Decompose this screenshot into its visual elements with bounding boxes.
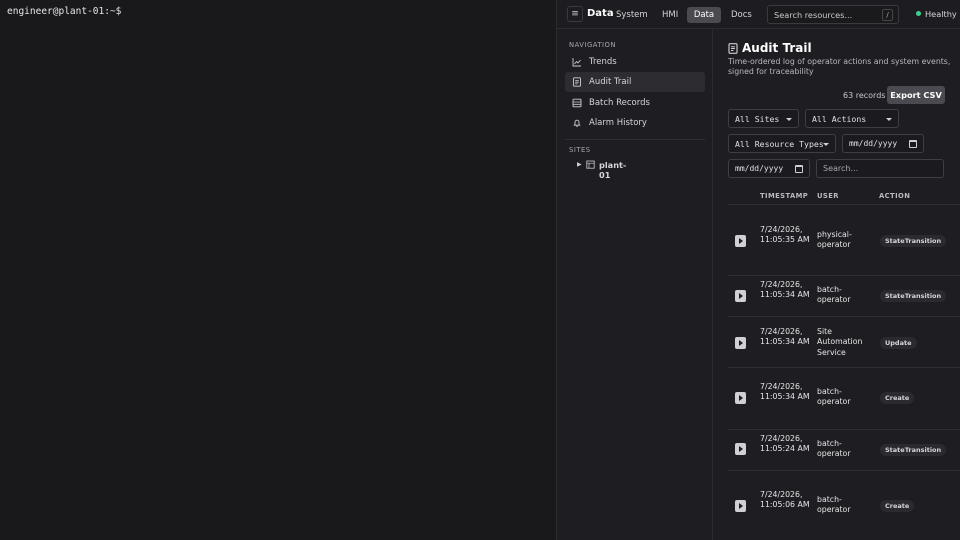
app-window: ≡ Data System HMI Data Docs Search resou… <box>557 0 960 540</box>
sites-filter-select[interactable]: All Sites <box>728 109 799 128</box>
audit-search-placeholder: Search... <box>823 164 859 173</box>
date-to-input[interactable]: mm/dd/yyyy <box>728 159 810 178</box>
hamburger-icon[interactable]: ≡ <box>567 6 583 22</box>
play-icon[interactable] <box>735 500 746 512</box>
row-user: physical-operator <box>817 230 852 250</box>
chevron-down-icon <box>823 143 829 146</box>
action-badge: Create <box>880 392 915 404</box>
column-header-user[interactable]: USER <box>817 192 839 200</box>
building-icon <box>586 160 595 169</box>
bell-icon <box>573 119 581 127</box>
select-value: All Resource Types <box>735 139 824 149</box>
play-icon[interactable] <box>735 337 746 349</box>
date-placeholder: mm/dd/yyyy <box>735 164 784 173</box>
record-count: 63 records <box>843 91 886 100</box>
page-title: Audit Trail <box>742 41 812 55</box>
status-dot-icon <box>916 11 921 16</box>
tab-system[interactable]: System <box>610 7 654 23</box>
row-timestamp: 7/24/2026, 11:05:34 AM <box>760 280 810 300</box>
table-row[interactable]: 7/24/2026, 11:05:34 AM Site Automation S… <box>728 317 960 368</box>
sidebar-divider <box>565 139 705 140</box>
sidebar-item-audit-trail[interactable]: Audit Trail <box>565 72 705 92</box>
date-placeholder: mm/dd/yyyy <box>849 139 898 148</box>
action-badge: StateTransition <box>880 444 947 456</box>
row-timestamp: 7/24/2026, 11:05:35 AM <box>760 225 810 245</box>
terminal-prompt: engineer@plant-01:~$ <box>7 6 122 17</box>
sidebar-item-label: Audit Trail <box>589 77 632 87</box>
row-timestamp: 7/24/2026, 11:05:34 AM <box>760 327 810 347</box>
terminal-pane[interactable]: engineer@plant-01:~$ <box>0 0 557 540</box>
table-row[interactable]: 7/24/2026, 11:05:06 AM batch-operator Cr… <box>728 471 960 540</box>
tab-docs[interactable]: Docs <box>725 7 758 23</box>
row-timestamp: 7/24/2026, 11:05:34 AM <box>760 382 810 402</box>
date-from-input[interactable]: mm/dd/yyyy <box>842 134 924 153</box>
table-row[interactable]: 7/24/2026, 11:05:34 AM batch-operator St… <box>728 276 960 317</box>
sidebar-item-label: Alarm History <box>589 118 647 128</box>
table-row[interactable]: 7/24/2026, 11:05:35 AM physical-operator… <box>728 205 960 276</box>
chart-line-icon <box>572 58 581 67</box>
main-content: Audit Trail Time-ordered log of operator… <box>713 29 960 540</box>
sidebar-item-label: Batch Records <box>589 98 650 108</box>
sidebar-item-trends[interactable]: Trends <box>565 52 705 72</box>
sidebar-item-alarm-history[interactable]: Alarm History <box>565 113 705 133</box>
expand-triangle-icon[interactable]: ▶ <box>577 161 582 168</box>
table-row[interactable]: 7/24/2026, 11:05:24 AM batch-operator St… <box>728 430 960 471</box>
tab-data[interactable]: Data <box>687 7 721 23</box>
play-icon[interactable] <box>735 290 746 302</box>
sidebar-item-label: Trends <box>589 57 617 67</box>
select-value: All Sites <box>735 114 780 124</box>
audit-search-input[interactable]: Search... <box>816 159 944 178</box>
tab-hmi[interactable]: HMI <box>656 7 684 23</box>
row-user: batch-operator <box>817 495 851 515</box>
play-icon[interactable] <box>735 392 746 404</box>
nav-section-label: NAVIGATION <box>569 41 616 49</box>
export-csv-button[interactable]: Export CSV <box>887 86 945 104</box>
row-user: Site Automation Service <box>817 327 863 357</box>
calendar-icon[interactable] <box>795 165 803 173</box>
row-timestamp: 7/24/2026, 11:05:06 AM <box>760 490 810 510</box>
column-header-action[interactable]: ACTION <box>879 192 910 200</box>
resource-search-placeholder: Search resources... <box>774 10 853 20</box>
row-timestamp: 7/24/2026, 11:05:24 AM <box>760 434 810 454</box>
action-badge: Create <box>880 500 915 512</box>
site-label: plant-01 <box>599 160 627 180</box>
sidebar: NAVIGATION Trends Audit Trail Batch Reco… <box>557 29 713 540</box>
resource-search-input[interactable]: Search resources... / <box>767 5 899 24</box>
actions-filter-select[interactable]: All Actions <box>805 109 899 128</box>
health-status-label: Healthy <box>925 9 957 19</box>
sidebar-item-batch-records[interactable]: Batch Records <box>565 93 705 113</box>
action-badge: Update <box>880 337 917 349</box>
chevron-down-icon <box>886 118 892 121</box>
column-header-timestamp[interactable]: TIMESTAMP <box>760 192 808 200</box>
table-icon <box>572 98 582 108</box>
page-description: Time-ordered log of operator actions and… <box>728 57 951 76</box>
chevron-down-icon <box>786 118 792 121</box>
table-row[interactable]: 7/24/2026, 11:05:34 AM batch-operator Cr… <box>728 368 960 430</box>
sites-section-label: SITES <box>569 146 591 154</box>
document-icon <box>728 43 738 54</box>
select-value: All Actions <box>812 114 867 124</box>
play-icon[interactable] <box>735 443 746 455</box>
row-user: batch-operator <box>817 387 851 407</box>
row-user: batch-operator <box>817 285 851 305</box>
document-icon <box>573 77 581 87</box>
search-shortcut-key: / <box>882 9 893 21</box>
action-badge: StateTransition <box>880 290 947 302</box>
top-bar: ≡ Data System HMI Data Docs Search resou… <box>557 0 960 29</box>
action-badge: StateTransition <box>880 235 947 247</box>
calendar-icon[interactable] <box>909 140 917 148</box>
row-user: batch-operator <box>817 439 851 459</box>
play-icon[interactable] <box>735 235 746 247</box>
resource-type-filter-select[interactable]: All Resource Types <box>728 134 836 153</box>
health-status[interactable]: Healthy <box>916 9 957 19</box>
